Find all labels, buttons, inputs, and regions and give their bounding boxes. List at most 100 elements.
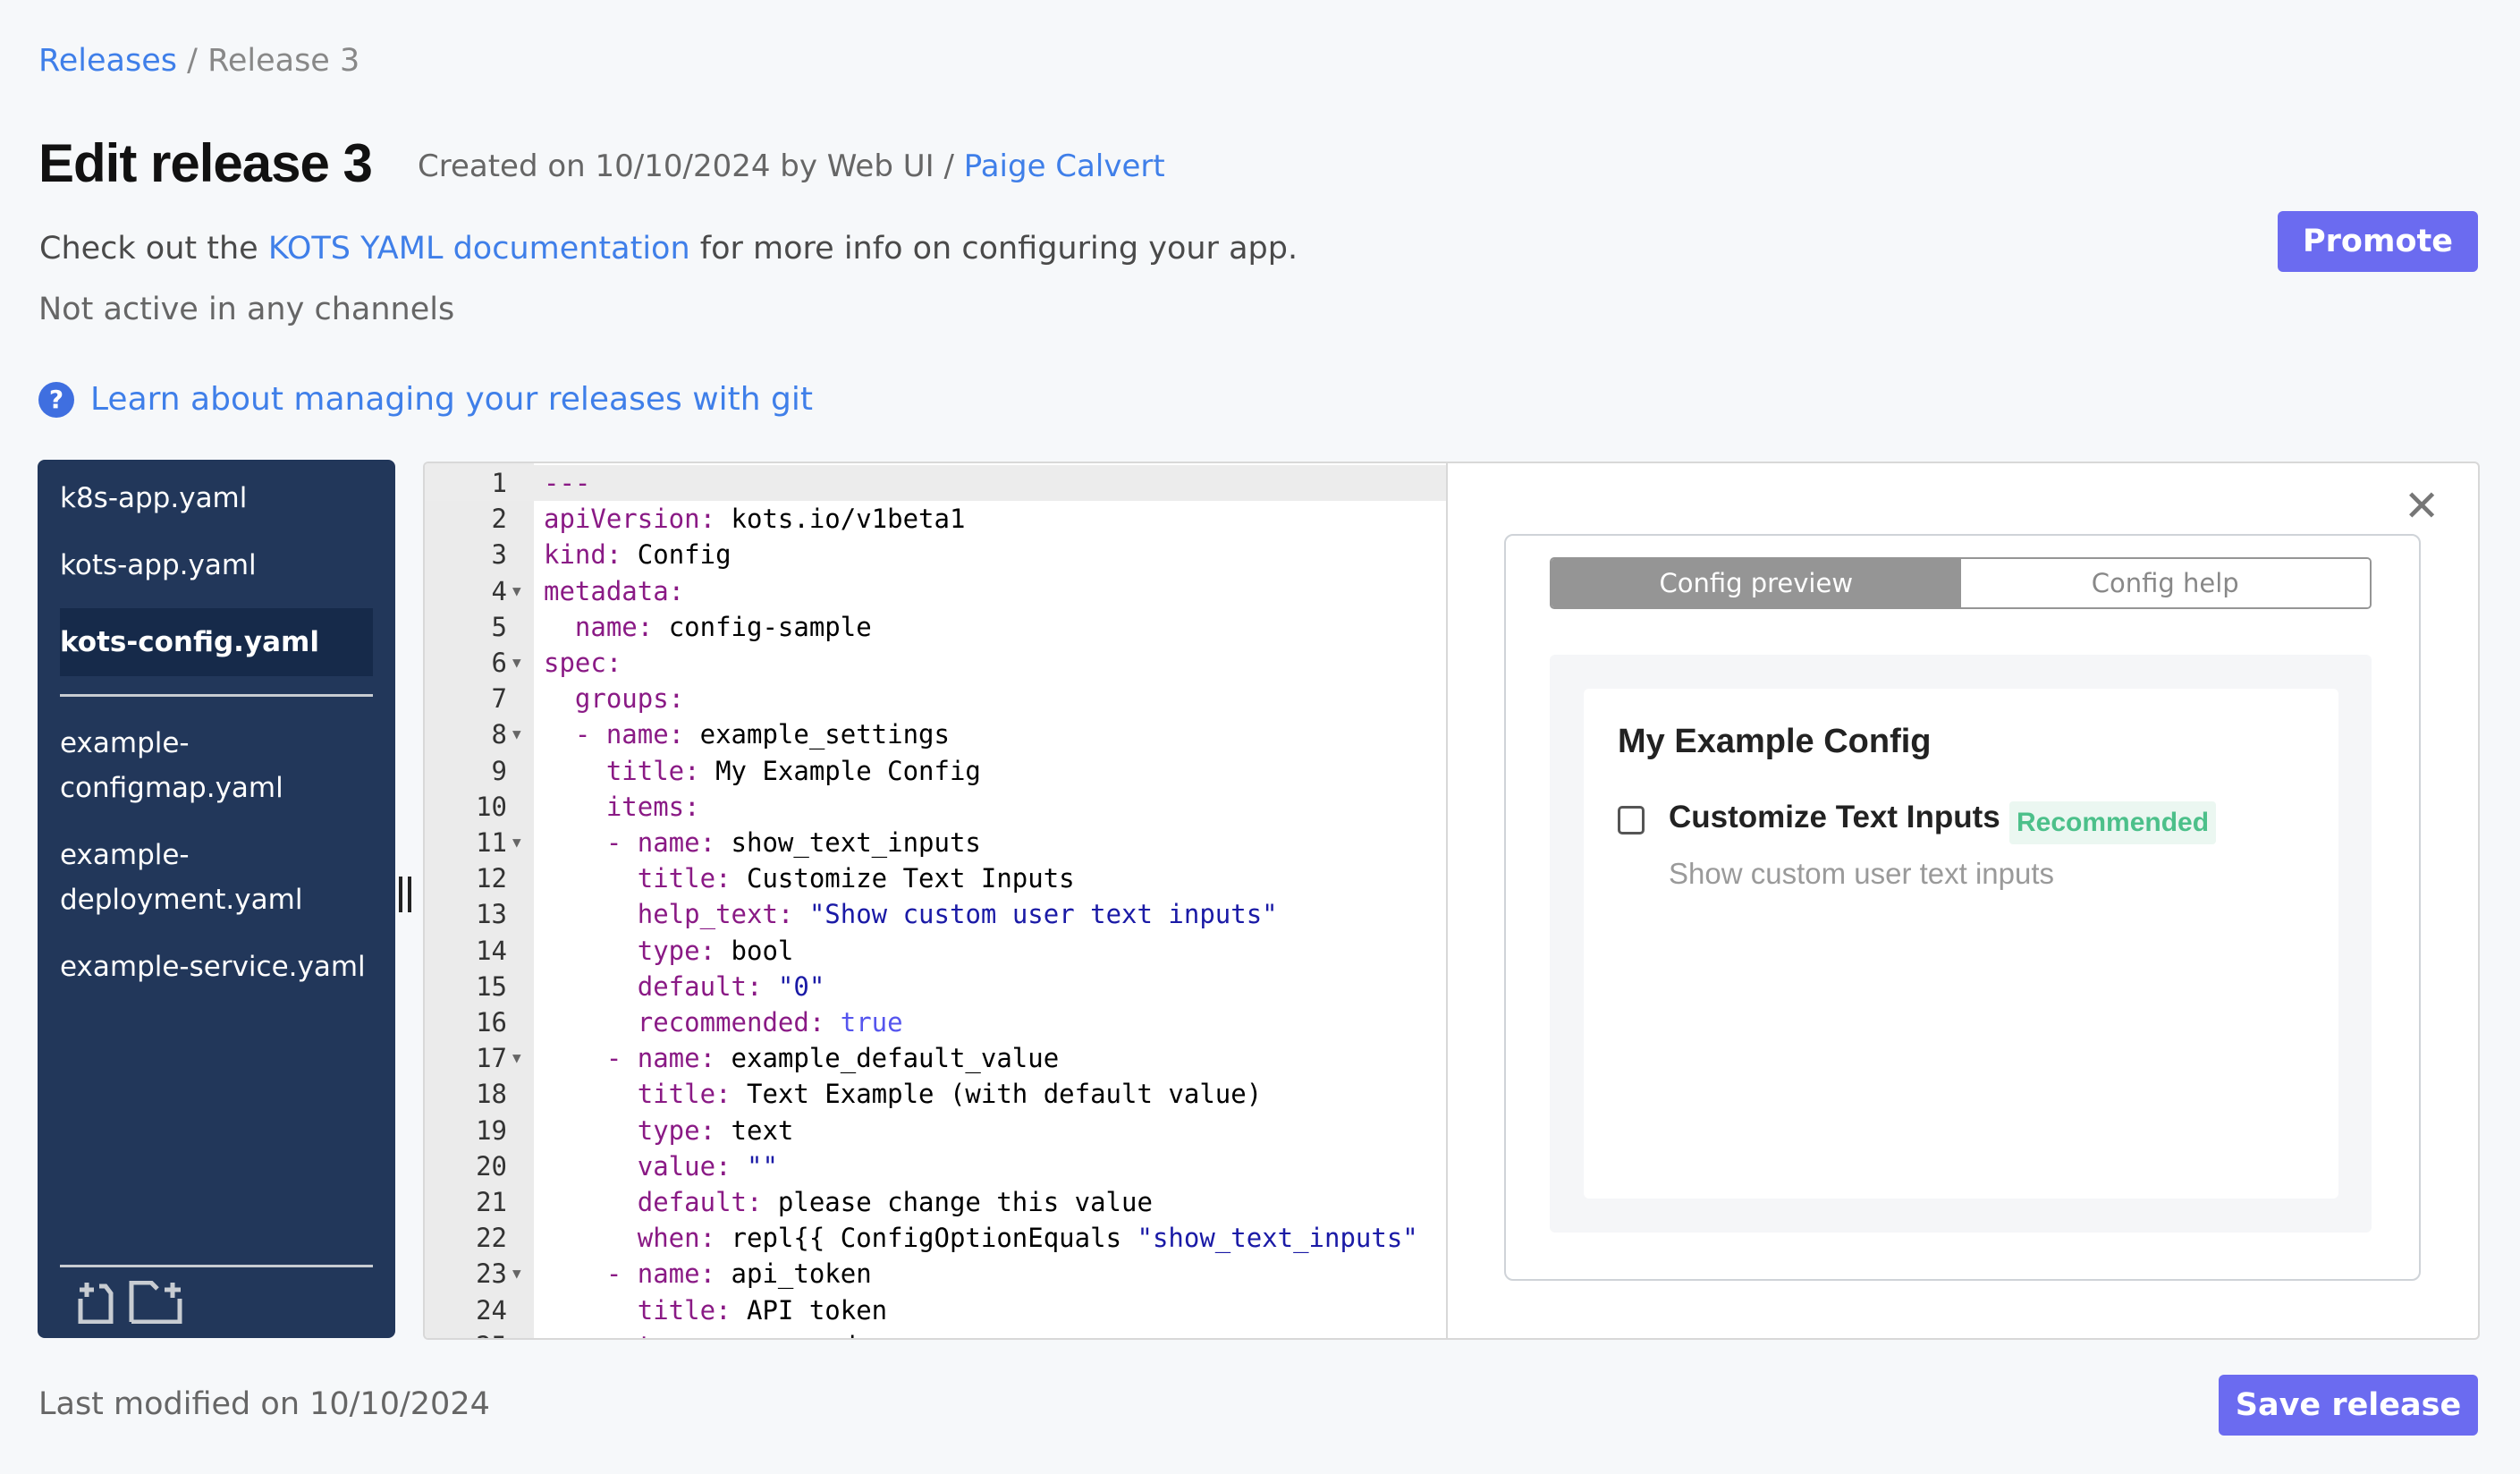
fold-arrow-icon[interactable]: ▼ [512,716,521,752]
code-line[interactable]: 13 help_text: "Show custom user text inp… [425,896,1448,932]
code-text: groups: [574,683,685,715]
code-line[interactable]: 7 groups: [425,681,1448,716]
line-number: 6 [491,648,507,678]
tab-config-help[interactable]: Config help [1960,559,2370,607]
code-line[interactable]: 19 type: text [425,1113,1448,1148]
docs-prefix: Check out the [39,231,258,267]
code-line[interactable]: 12 title: Customize Text Inputs [425,860,1448,896]
code-line[interactable]: 3 kind: Config [425,537,1448,572]
line-number: 19 [476,1114,507,1146]
fold-arrow-icon[interactable]: ▼ [512,573,521,609]
code-line[interactable]: 9 title: My Example Config [425,753,1448,789]
file-item-k8s-app[interactable]: k8s-app.yaml [60,476,373,521]
fold-arrow-icon[interactable]: ▼ [512,825,521,860]
code-line[interactable]: 10 items: [425,789,1448,825]
file-item-label: deployment.yaml [60,884,303,916]
code-text: default: "0" [637,970,825,1002]
yaml-code-editor[interactable]: 1 --- 2 apiVersion: kots.io/v1beta1 3 kind: C… [423,462,1448,1340]
last-modified: Last modified on 10/10/2024 [38,1386,490,1422]
code-line[interactable]: 5 name: config-sample [425,609,1448,645]
file-tree-sidebar: k8s-app.yaml kots-app.yaml kots-config.y… [38,460,395,1338]
code-text: type: bool [637,935,794,966]
config-group [1584,689,2338,1199]
file-item-kots-app[interactable]: kots-app.yaml [60,543,373,588]
file-item-kots-config[interactable]: kots-config.yaml [60,608,373,676]
promote-button[interactable]: Promote [2278,211,2478,272]
line-number: 20 [476,1150,507,1182]
line-number: 24 [476,1294,507,1326]
fold-arrow-icon[interactable]: ▼ [512,645,521,681]
file-item-example-service[interactable]: example-service.yaml [60,945,373,989]
sidebar-resize-handle[interactable] [399,877,411,912]
code-text: title: Customize Text Inputs [637,863,1075,894]
code-text: when: repl{{ ConfigOptionEquals "show_te… [637,1223,1418,1254]
code-line[interactable]: 17 ▼ - name: example_default_value [425,1040,1448,1076]
code-line[interactable]: 22 when: repl{{ ConfigOptionEquals "show… [425,1220,1448,1256]
code-line[interactable]: 2 apiVersion: kots.io/v1beta1 [425,501,1448,537]
save-release-button[interactable]: Save release [2219,1375,2478,1436]
code-text: help_text: "Show custom user text inputs… [637,899,1278,930]
breadcrumb-separator: / [187,43,198,79]
line-number: 10 [476,791,507,822]
file-item-label: example- [60,727,190,759]
line-number: 3 [491,539,507,571]
line-number: 13 [476,899,507,930]
code-line[interactable]: 20 value: "" [425,1148,1448,1184]
close-preview-icon[interactable]: ✕ [2404,481,2440,531]
sidebar-divider [60,694,373,697]
file-item-example-configmap[interactable]: example-configmap.yaml [60,721,373,810]
line-number: 18 [476,1079,507,1110]
code-text: - name: api_token [605,1258,872,1290]
code-line[interactable]: 4 ▼ metadata: [425,573,1448,609]
customize-text-inputs-checkbox[interactable] [1618,806,1645,834]
docs-note: Check out the KOTS YAML documentation fo… [39,231,1298,267]
code-text: title: My Example Config [605,755,981,786]
line-number: 2 [491,504,507,535]
code-line[interactable]: 15 default: "0" [425,969,1448,1004]
created-text: Created on 10/10/2024 by Web UI / [418,148,954,184]
line-number: 7 [491,683,507,715]
code-text: kind: Config [544,539,731,571]
preview-tabs: Config preview Config help [1550,557,2372,609]
channels-status: Not active in any channels [38,292,455,327]
code-text: - name: example_settings [574,719,950,750]
code-text: title: Text Example (with default value) [637,1079,1263,1110]
code-line[interactable]: 24 title: API token [425,1292,1448,1328]
kots-yaml-docs-link[interactable]: KOTS YAML documentation [268,231,690,267]
code-text: value: "" [637,1150,778,1182]
code-text: - name: example_default_value [605,1043,1060,1074]
line-number: 11 [476,827,507,858]
breadcrumb-releases-link[interactable]: Releases [38,43,177,79]
code-text: title: API token [637,1294,888,1326]
add-file-icon[interactable] [78,1281,115,1324]
sidebar-divider [60,1265,373,1267]
code-line[interactable]: 14 type: bool [425,933,1448,969]
add-folder-icon[interactable] [129,1281,182,1324]
author-link[interactable]: Paige Calvert [964,148,1165,184]
code-line[interactable]: 1 --- [425,465,1448,501]
git-releases-link[interactable]: ? Learn about managing your releases wit… [38,381,813,418]
code-text: - name: show_text_inputs [605,827,981,858]
fold-arrow-icon[interactable]: ▼ [512,1040,521,1076]
help-circle-icon: ? [38,381,74,418]
fold-arrow-icon[interactable]: ▼ [512,1256,521,1292]
code-text: items: [605,791,700,822]
code-line[interactable]: 23 ▼ - name: api_token [425,1256,1448,1292]
line-number: 8 [491,719,507,750]
tab-config-preview[interactable]: Config preview [1552,559,1961,607]
code-line[interactable]: 21 default: please change this value [425,1184,1448,1220]
line-number: 9 [491,755,507,786]
config-item-title: Customize Text Inputs [1669,800,2000,834]
code-line[interactable]: 25 type: password [425,1328,1448,1338]
code-line[interactable]: 18 title: Text Example (with default val… [425,1076,1448,1112]
code-line[interactable]: 6 ▼ spec: [425,645,1448,681]
code-line[interactable]: 11 ▼ - name: show_text_inputs [425,825,1448,860]
file-item-example-deployment[interactable]: example-deployment.yaml [60,833,373,922]
breadcrumb-current: Release 3 [207,43,360,79]
created-info: Created on 10/10/2024 by Web UI / Paige … [418,148,1165,184]
code-line[interactable]: 16 recommended: true [425,1004,1448,1040]
line-number: 1 [491,468,507,498]
code-line[interactable]: 8 ▼ - name: example_settings [425,716,1448,752]
line-number: 23 [476,1258,507,1290]
line-number: 25 [425,1328,507,1338]
